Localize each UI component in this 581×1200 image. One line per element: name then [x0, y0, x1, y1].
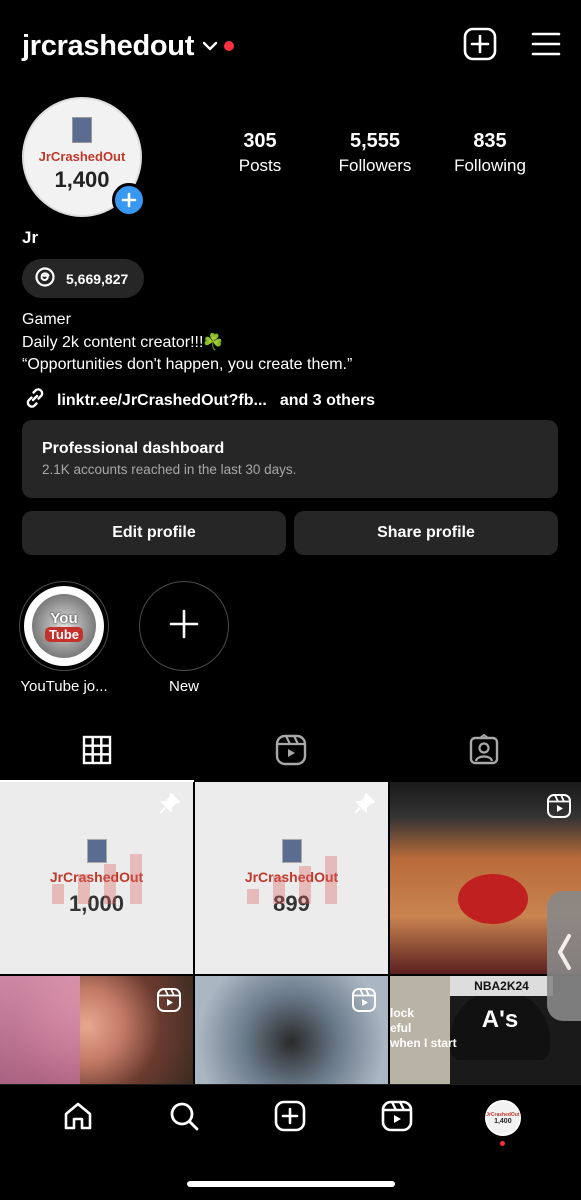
threads-count: 5,669,827 — [66, 270, 129, 287]
post-image-detail — [0, 976, 80, 1084]
home-icon — [62, 1100, 94, 1137]
post-overlay-line: eful — [390, 1021, 412, 1035]
stat-posts[interactable]: 305 Posts — [205, 130, 315, 176]
nav-avatar-count: 1,400 — [494, 1117, 512, 1125]
profile-header: jrcrashedout — [22, 24, 561, 68]
link-url[interactable]: linktr.ee/JrCrashedOut?fb... — [57, 392, 267, 410]
menu-icon[interactable] — [531, 31, 561, 62]
stat-followers[interactable]: 5,555 Followers — [320, 130, 430, 176]
stat-value: 5,555 — [349, 130, 401, 152]
post-overlay-text: lock eful when I start — [390, 1006, 457, 1051]
create-icon — [274, 1100, 306, 1137]
post-thumbnail[interactable] — [0, 976, 193, 1084]
add-story-plus-icon[interactable] — [112, 183, 146, 217]
youtube-logo-tube: Tube — [44, 627, 84, 642]
post-thumbnail[interactable]: JrCrashedOut 1,000 — [0, 782, 193, 974]
bio-line: “Opportunities don't happen, you create … — [22, 356, 353, 373]
bio-line: Gamer — [22, 311, 71, 328]
decorative-bars — [235, 854, 348, 904]
stat-following[interactable]: 835 Following — [435, 130, 545, 176]
edit-profile-button[interactable]: Edit profile — [22, 511, 286, 555]
bio: Gamer Daily 2k content creator!!!☘️ “Opp… — [22, 309, 352, 377]
reel-icon — [352, 988, 376, 1017]
avatar-thumbnail — [72, 117, 92, 143]
grid-icon — [82, 735, 112, 770]
share-profile-button[interactable]: Share profile — [294, 511, 558, 555]
avatar-title: JrCrashedOut — [38, 149, 126, 164]
side-panel-handle[interactable] — [547, 891, 581, 1021]
bio-line: Daily 2k content creator!!!☘️ — [22, 333, 224, 351]
home-indicator — [187, 1181, 395, 1187]
avatar-count: 1,400 — [54, 167, 110, 192]
search-icon — [168, 1100, 200, 1137]
professional-dashboard[interactable]: Professional dashboard 2.1K accounts rea… — [22, 420, 558, 498]
post-overlay-line: when I start — [390, 1036, 457, 1050]
profile-stats: 305 Posts 5,555 Followers 835 Following — [205, 130, 545, 176]
threads-badge[interactable]: 5,669,827 — [22, 259, 145, 298]
profile-avatar[interactable]: JrCrashedOut 1,400 — [22, 97, 146, 219]
highlight-label: YouTube jo... — [20, 678, 108, 695]
link-icon — [22, 385, 48, 416]
stat-label: Following — [454, 156, 526, 175]
reel-icon — [547, 794, 571, 823]
nav-profile[interactable]: JrCrashedOut 1,400 — [478, 1100, 528, 1146]
posts-grid: JrCrashedOut 1,000 JrCrashedOut 899 A's … — [0, 782, 581, 1084]
profile-avatar-small: JrCrashedOut 1,400 — [484, 1100, 521, 1136]
post-thumbnail[interactable]: JrCrashedOut 899 — [195, 782, 388, 974]
bio-link[interactable]: linktr.ee/JrCrashedOut?fb... and 3 other… — [22, 385, 375, 416]
court-logo — [457, 874, 528, 925]
nav-home[interactable] — [53, 1100, 103, 1137]
post-ribbon-text: NBA2K24 — [450, 976, 553, 996]
profile-tabs — [0, 724, 581, 782]
dashboard-title: Professional dashboard — [42, 440, 225, 457]
display-name: Jr — [22, 228, 39, 247]
decorative-bars — [40, 854, 153, 904]
tagged-icon — [468, 733, 500, 771]
post-hat-text: A's — [450, 990, 550, 1060]
reel-icon — [157, 988, 181, 1017]
youtube-logo-icon: You Tube — [32, 594, 96, 658]
story-highlights: You Tube YouTube jo... New — [16, 581, 232, 695]
dashboard-subtitle: 2.1K accounts reached in the last 30 day… — [42, 462, 297, 477]
nav-reels[interactable] — [372, 1100, 422, 1137]
stat-value: 305 — [243, 130, 277, 152]
nav-search[interactable] — [159, 1100, 209, 1137]
youtube-logo-you: You — [50, 610, 78, 627]
plus-icon — [168, 608, 200, 645]
bottom-navigation: JrCrashedOut 1,400 — [0, 1084, 581, 1200]
highlight-label: New — [168, 678, 199, 695]
pin-icon — [352, 792, 376, 821]
profile-actions: Edit profile Share profile — [22, 511, 558, 555]
stat-label: Followers — [338, 156, 412, 175]
threads-icon — [34, 266, 56, 291]
tab-reels[interactable] — [194, 724, 388, 780]
chevron-left-icon — [555, 932, 573, 981]
username-switcher[interactable]: jrcrashedout — [22, 30, 194, 63]
pin-icon — [157, 792, 181, 821]
link-others[interactable]: and 3 others — [280, 392, 375, 410]
nav-create[interactable] — [265, 1100, 315, 1137]
stat-label: Posts — [238, 156, 282, 175]
highlight-new[interactable]: New — [136, 581, 232, 695]
notification-dot — [500, 1141, 506, 1146]
tab-posts-grid[interactable] — [0, 724, 194, 782]
stat-value: 835 — [473, 130, 507, 152]
post-overlay-line: lock — [390, 1006, 415, 1020]
post-thumbnail[interactable] — [195, 976, 388, 1084]
reels-icon — [381, 1100, 413, 1137]
create-post-icon[interactable] — [463, 27, 497, 66]
notification-dot — [224, 41, 235, 51]
highlight-youtube[interactable]: You Tube YouTube jo... — [16, 581, 112, 695]
tab-tagged[interactable] — [387, 724, 581, 780]
reels-icon — [275, 734, 307, 771]
chevron-down-icon[interactable] — [202, 40, 218, 52]
